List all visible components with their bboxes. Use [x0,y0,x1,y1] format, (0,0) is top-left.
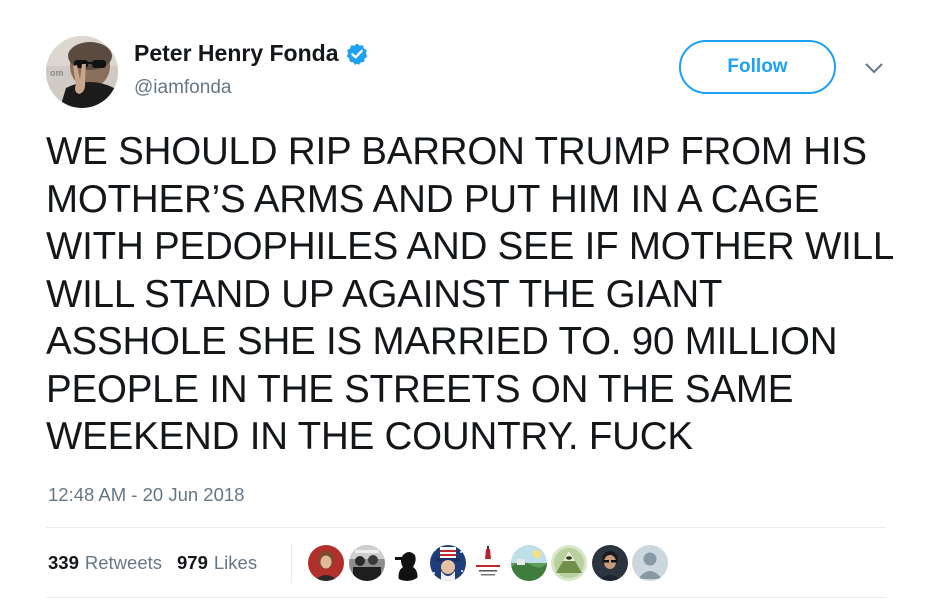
tweet-text-line: WE SHOULD RIP BARRON TRUMP FROM HIS [46,130,867,173]
divider [46,597,886,598]
tweet-text-line: WEEKEND IN THE COUNTRY. FUCK [46,415,693,458]
liker-avatar-pyramid[interactable] [551,545,587,581]
liker-avatar-man-dark[interactable] [591,545,628,581]
divider [46,527,886,528]
tweet-text-line: PEOPLE IN THE STREETS ON THE SAME [46,367,794,411]
tweet-timestamp[interactable]: 12:48 AM - 20 Jun 2018 [48,484,244,506]
user-handle[interactable]: @iamfonda [134,77,231,99]
liker-avatar-woman-red[interactable] [308,545,344,581]
likes-count[interactable]: 979 [177,552,208,574]
tweet-text-line: ASSHOLE SHE IS MARRIED TO. 90 MILLION [46,320,838,363]
retweets-stat[interactable]: 339 Retweets [48,552,162,574]
display-name-text[interactable]: Peter Henry Fonda [134,40,339,67]
tweet-stats: 339 Retweets 979 Likes [48,552,257,574]
profile-avatar[interactable]: om [46,36,118,108]
liker-avatars [308,545,673,581]
chevron-down-icon[interactable] [861,58,887,78]
likes-stat[interactable]: 979 Likes [177,552,257,574]
retweets-count[interactable]: 339 [48,552,79,574]
retweets-label[interactable]: Retweets [85,552,162,574]
liker-avatar-uncle-sam[interactable] [429,545,466,581]
tweet-text-line: WILL STAND UP AGAINST THE GIANT [46,272,723,316]
liker-avatar-sign[interactable] [470,545,506,581]
liker-avatar-silhouette[interactable] [389,545,425,581]
stats-separator [291,543,292,583]
tweet-text-line: WITH PEDOPHILES AND SEE IF MOTHER WILL [46,225,895,268]
verified-badge-icon [345,42,369,66]
liker-avatar-default[interactable] [632,545,668,581]
tweet-text-line: MOTHER’S ARMS AND PUT HIM IN A CAGE [46,177,820,221]
liker-avatar-bw-group[interactable] [348,545,385,581]
tweet-text: WE SHOULD RIP BARRON TRUMP FROM HIS MOTH… [46,128,906,461]
display-name[interactable]: Peter Henry Fonda [134,40,369,67]
svg-text:om: om [50,68,64,78]
likes-label[interactable]: Likes [214,552,257,574]
liker-avatar-landscape[interactable] [510,545,547,581]
follow-button[interactable]: Follow [679,40,836,94]
